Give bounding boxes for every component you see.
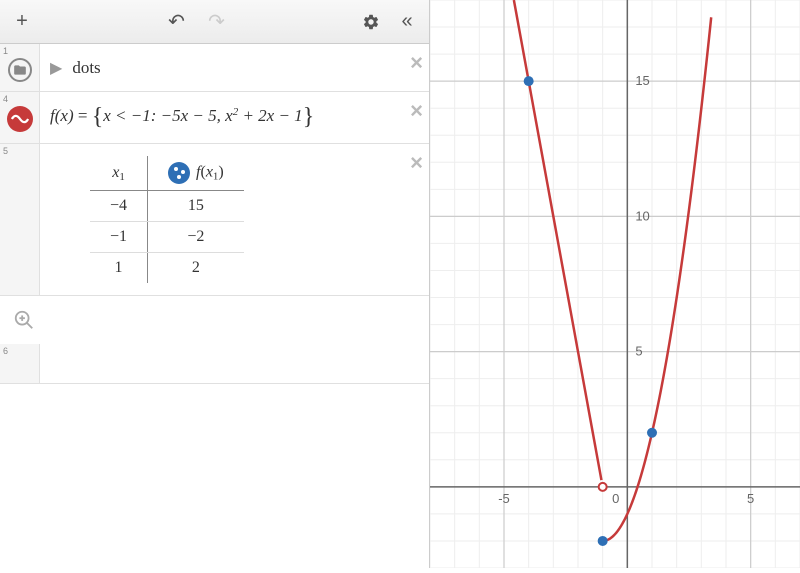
svg-text:0: 0	[612, 491, 619, 506]
graph-plot[interactable]: -5 5 5 10 15 0	[430, 0, 800, 568]
graph-canvas[interactable]: -5 5 5 10 15 0	[430, 0, 800, 568]
close-icon[interactable]: ×	[410, 150, 423, 176]
table-header-x: x1	[90, 156, 148, 191]
row-index: 1	[3, 46, 8, 56]
folder-row[interactable]: 1 ▶ dots ×	[0, 44, 429, 92]
collapse-panel-button[interactable]: «	[393, 8, 421, 36]
table-header-fx: f(x1)	[148, 156, 244, 191]
folder-icon[interactable]	[8, 58, 32, 82]
empty-expression-row[interactable]: 6	[0, 344, 429, 384]
close-icon[interactable]: ×	[410, 50, 423, 76]
settings-button[interactable]	[357, 8, 385, 36]
svg-text:5: 5	[635, 344, 642, 359]
table-data-row: −415	[90, 191, 244, 222]
table-data-row: 12	[90, 253, 244, 284]
row-index: 6	[3, 346, 8, 356]
add-expression-button[interactable]: +	[8, 8, 36, 36]
svg-text:5: 5	[747, 491, 754, 506]
function-color-icon[interactable]	[7, 106, 33, 132]
svg-text:10: 10	[635, 208, 649, 223]
toolbar: + ↶ ↷ «	[0, 0, 429, 44]
close-icon[interactable]: ×	[410, 98, 423, 124]
svg-text:15: 15	[635, 73, 649, 88]
redo-button[interactable]: ↷	[203, 8, 231, 36]
expression-formula[interactable]: f(x) = {x < −1: −5x − 5, x2 + 2x − 1}	[50, 104, 314, 131]
svg-text:-5: -5	[498, 491, 510, 506]
undo-button[interactable]: ↶	[163, 8, 191, 36]
expression-row[interactable]: 4 f(x) = {x < −1: −5x − 5, x2 + 2x − 1} …	[0, 92, 429, 144]
expression-panel: + ↶ ↷ « 1 ▶ dots × 4	[0, 0, 430, 568]
folder-label: dots	[72, 58, 100, 78]
expression-list: 1 ▶ dots × 4 f(x) = {x < −1: −5x − 5, x2…	[0, 44, 429, 568]
folder-expand-icon[interactable]: ▶	[50, 58, 62, 78]
row-index: 5	[3, 146, 8, 156]
table-data-row: −1−2	[90, 222, 244, 253]
data-table[interactable]: x1 f(x1) −415 −1−2 12	[90, 156, 244, 283]
table-row[interactable]: 5 x1 f(x1) −415 −1−2 12	[0, 144, 429, 296]
zoom-fit-button[interactable]	[6, 302, 42, 338]
points-style-icon[interactable]	[168, 162, 190, 184]
row-index: 4	[3, 94, 8, 104]
